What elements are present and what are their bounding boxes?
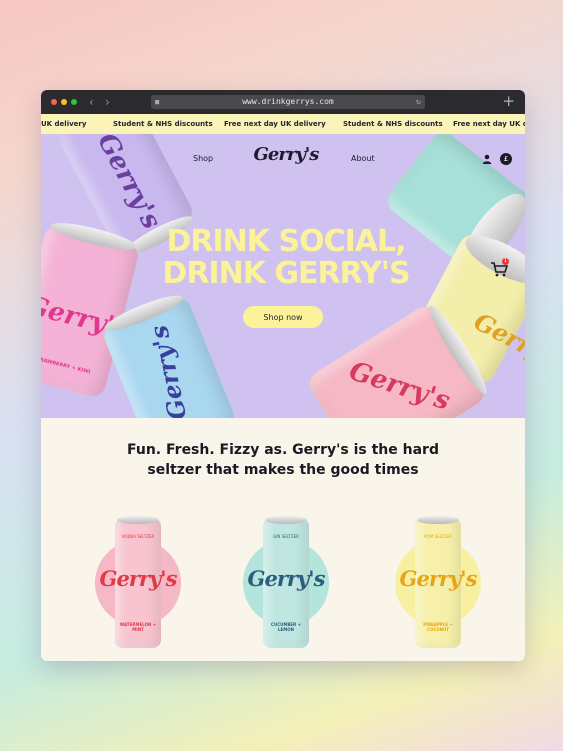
hero-headline: DRINK SOCIAL, DRINK GERRY'S bbox=[141, 226, 431, 290]
product-type: GIN SELTZER bbox=[273, 534, 299, 539]
product-card[interactable]: RUM SELTZER Gerry's PINEAPPLE + COCONUT bbox=[377, 516, 497, 648]
intro-tagline: Fun. Fresh. Fizzy as. Gerry's is the har… bbox=[101, 440, 465, 480]
product-flavor: WATERMELON + MINT bbox=[119, 622, 157, 632]
hero-wave-divider bbox=[41, 414, 525, 418]
can-lid bbox=[417, 516, 459, 524]
shop-now-button[interactable]: Shop now bbox=[243, 306, 323, 328]
tagline-line-1: Fun. Fresh. Fizzy as. Gerry's is the har… bbox=[127, 442, 439, 458]
can-brand: Gerry's bbox=[91, 134, 167, 235]
product-flavor: PINEAPPLE + COCONUT bbox=[423, 622, 453, 632]
product-flavor: CUCUMBER + LEMON bbox=[271, 622, 301, 632]
back-arrow-icon[interactable]: ‹ bbox=[89, 94, 94, 110]
can-lid bbox=[265, 516, 307, 524]
forward-arrow-icon[interactable]: › bbox=[105, 94, 110, 110]
product-brand: Gerry's bbox=[99, 566, 178, 591]
product-card[interactable]: GIN SELTZER Gerry's CUCUMBER + LEMON bbox=[225, 516, 345, 648]
product-brand: Gerry's bbox=[399, 566, 478, 591]
nav-about-link[interactable]: About bbox=[351, 154, 375, 163]
can-flavor: STRAWBERRY + KIWI bbox=[41, 355, 91, 376]
close-dot-icon[interactable] bbox=[51, 99, 57, 105]
tagline-line-2: seltzer that makes the good times bbox=[147, 462, 419, 478]
ticker-item: Student & NHS discounts bbox=[113, 120, 213, 128]
ticker-item: UK delivery bbox=[41, 120, 87, 128]
headline-line-1: DRINK SOCIAL, bbox=[166, 224, 407, 259]
minimize-dot-icon[interactable] bbox=[61, 99, 67, 105]
gerrys-logo[interactable]: Gerry's bbox=[246, 144, 326, 165]
can-brand: Gerry's bbox=[143, 322, 193, 418]
can-lid bbox=[117, 516, 159, 524]
currency-icon[interactable]: £ bbox=[500, 153, 512, 165]
hero-section: Gerry's Gerry's STRAWBERRY + KIWI Gerry'… bbox=[41, 134, 525, 418]
can-brand: Gerry's bbox=[469, 306, 525, 378]
product-card[interactable]: VODKA SELTZER Gerry's WATERMELON + MINT bbox=[77, 516, 197, 648]
account-icon[interactable] bbox=[482, 154, 492, 164]
product-type: VODKA SELTZER bbox=[121, 534, 155, 539]
lock-icon: ■ bbox=[155, 98, 160, 106]
ticker-item: Student & NHS discounts bbox=[343, 120, 443, 128]
new-tab-plus-icon[interactable]: + bbox=[502, 92, 515, 110]
product-type: RUM SELTZER bbox=[424, 534, 452, 539]
ticker-item: Free next day UK delivery bbox=[453, 120, 525, 128]
product-brand: Gerry's bbox=[247, 566, 326, 591]
headline-line-2: DRINK GERRY'S bbox=[162, 256, 410, 291]
browser-toolbar: ‹ › ■ www.drinkgerrys.com ↻ + bbox=[41, 90, 525, 114]
url-text: www.drinkgerrys.com bbox=[242, 97, 334, 106]
reload-icon[interactable]: ↻ bbox=[416, 95, 421, 109]
address-bar[interactable]: ■ www.drinkgerrys.com ↻ bbox=[151, 95, 425, 109]
nav-shop-link[interactable]: Shop bbox=[193, 154, 213, 163]
maximize-dot-icon[interactable] bbox=[71, 99, 77, 105]
cart-count-badge: 1 bbox=[502, 258, 509, 265]
ticker-item: Free next day UK delivery bbox=[224, 120, 326, 128]
announcement-ticker: UK delivery Student & NHS discounts Free… bbox=[41, 114, 525, 134]
browser-window: ‹ › ■ www.drinkgerrys.com ↻ + UK deliver… bbox=[41, 90, 525, 661]
can-brand: Gerry's bbox=[345, 356, 454, 417]
